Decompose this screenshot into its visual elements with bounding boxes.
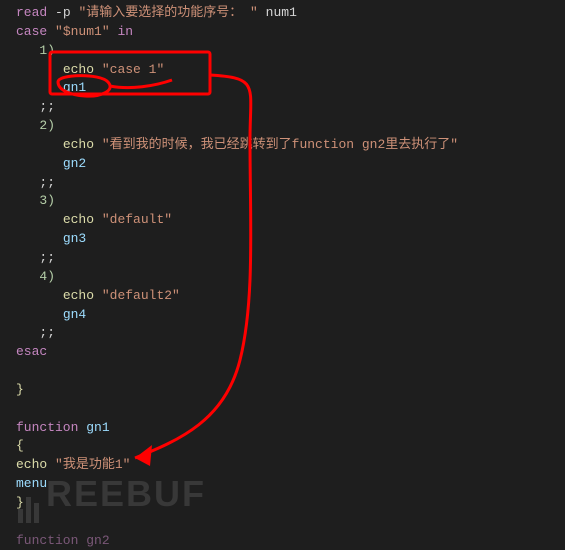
brace: }	[16, 495, 24, 510]
keyword-case: case	[16, 24, 47, 39]
blank-line	[16, 400, 565, 419]
code-line: gn3	[16, 230, 565, 249]
blank-line	[16, 362, 565, 381]
code-line-partial: function gn2	[16, 532, 565, 550]
code-line: gn2	[16, 155, 565, 174]
string-literal: "我是功能1"	[55, 457, 130, 472]
code-line: gn1	[16, 79, 565, 98]
code-line: 3)	[16, 192, 565, 211]
command-echo: echo	[16, 457, 47, 472]
case-terminator: ;;	[39, 250, 55, 265]
code-line: echo "default"	[16, 211, 565, 230]
code-line: 1)	[16, 42, 565, 61]
command-echo: echo	[63, 288, 94, 303]
brace: }	[16, 382, 24, 397]
function-call: gn3	[63, 231, 86, 246]
code-line: function gn1	[16, 419, 565, 438]
case-pattern: 1)	[39, 43, 55, 58]
string-literal: "$num1"	[55, 24, 110, 39]
code-line: }	[16, 381, 565, 400]
code-line: echo "case 1"	[16, 61, 565, 80]
variable: num1	[266, 5, 297, 20]
command-echo: echo	[63, 212, 94, 227]
blank-line	[16, 513, 565, 532]
code-line: ;;	[16, 324, 565, 343]
string-literal: "请输入要选择的功能序号： "	[78, 5, 257, 20]
function-name: gn1	[86, 420, 109, 435]
keyword-in: in	[117, 24, 133, 39]
code-line: ;;	[16, 249, 565, 268]
case-terminator: ;;	[39, 99, 55, 114]
code-line: echo "我是功能1"	[16, 456, 565, 475]
code-line: echo "看到我的时候，我已经跳转到了function gn2里去执行了"	[16, 136, 565, 155]
keyword-read: read	[16, 5, 47, 20]
command-echo: echo	[63, 62, 94, 77]
code-editor: read -p "请输入要选择的功能序号： " num1 case "$num1…	[0, 0, 565, 550]
case-pattern: 2)	[39, 118, 55, 133]
code-line: 4)	[16, 268, 565, 287]
code-line: {	[16, 437, 565, 456]
case-terminator: ;;	[39, 325, 55, 340]
code-line: ;;	[16, 174, 565, 193]
code-line: 2)	[16, 117, 565, 136]
code-line: esac	[16, 343, 565, 362]
code-line: ;;	[16, 98, 565, 117]
code-line: menu	[16, 475, 565, 494]
code-line: echo "default2"	[16, 287, 565, 306]
case-pattern: 4)	[39, 269, 55, 284]
keyword-esac: esac	[16, 344, 47, 359]
command-echo: echo	[63, 137, 94, 152]
code-line: read -p "请输入要选择的功能序号： " num1	[16, 4, 565, 23]
flag: -p	[55, 5, 71, 20]
code-line: }	[16, 494, 565, 513]
function-call: menu	[16, 476, 47, 491]
code-line: gn4	[16, 306, 565, 325]
code-line: case "$num1" in	[16, 23, 565, 42]
string-literal: "case 1"	[102, 62, 164, 77]
case-pattern: 3)	[39, 193, 55, 208]
function-call: gn2	[63, 156, 86, 171]
string-literal: "看到我的时候，我已经跳转到了function gn2里去执行了"	[102, 137, 458, 152]
case-terminator: ;;	[39, 175, 55, 190]
keyword-function: function	[16, 420, 78, 435]
string-literal: "default"	[102, 212, 172, 227]
string-literal: "default2"	[102, 288, 180, 303]
function-call: gn1	[63, 80, 86, 95]
function-call: gn4	[63, 307, 86, 322]
brace: {	[16, 438, 24, 453]
